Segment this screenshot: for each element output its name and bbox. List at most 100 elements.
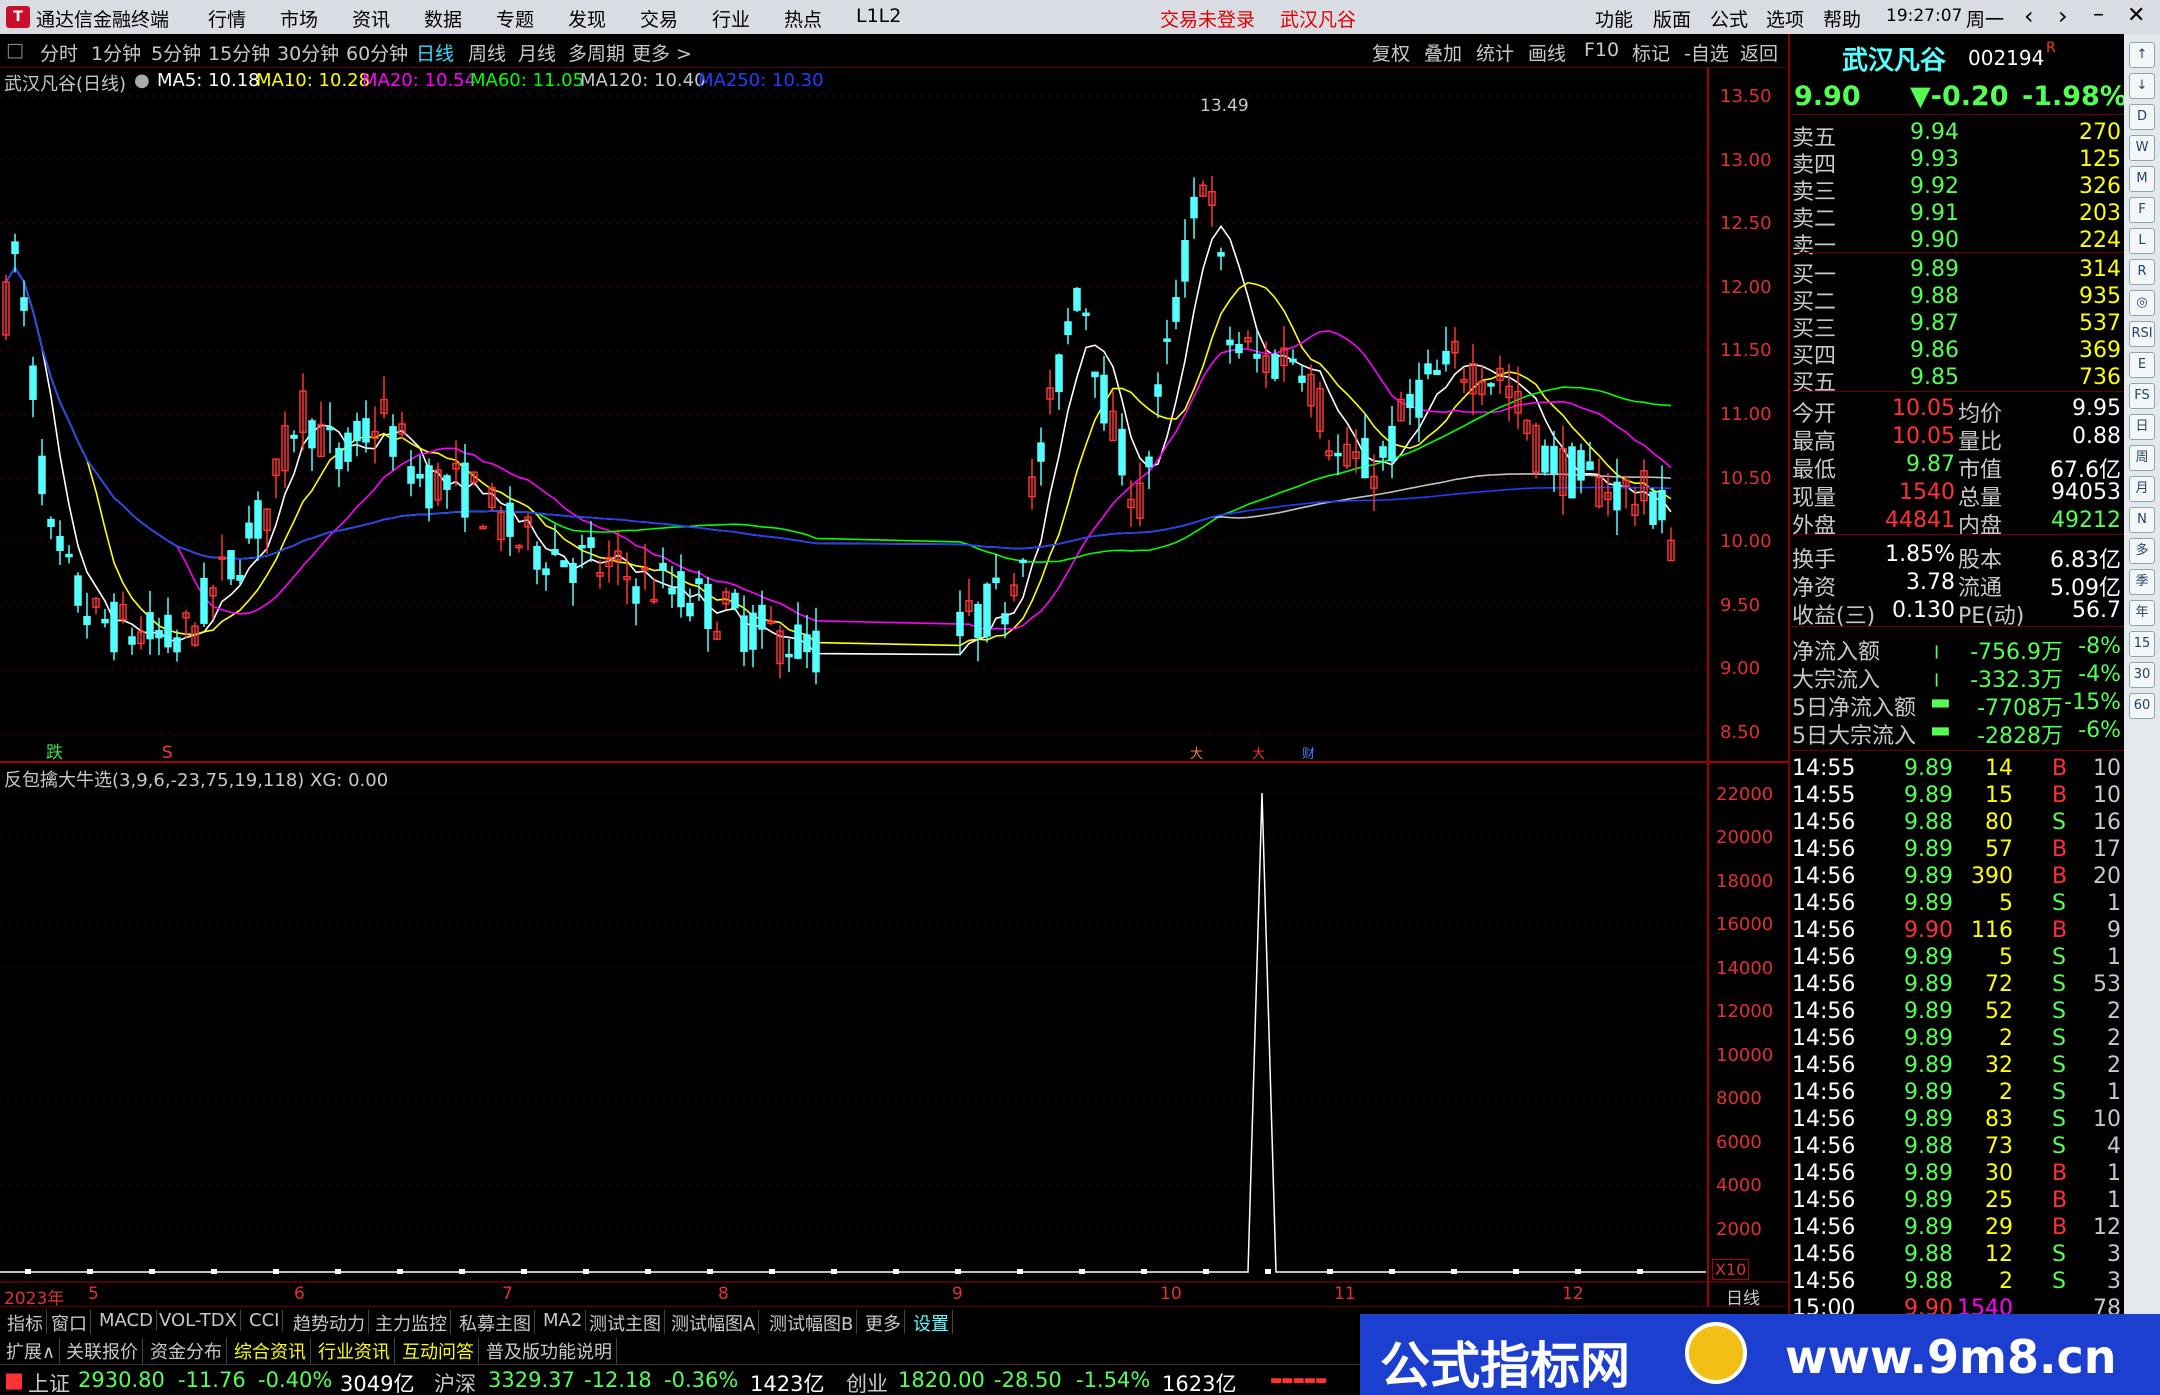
tab-capital[interactable]: 资金分布 [146,1338,227,1364]
tick-side: B [2052,1188,2068,1213]
tab-test-b[interactable]: 测试幅图B [766,1310,858,1336]
tab-industry[interactable]: 行业资讯 [314,1338,395,1364]
tab-indicator[interactable]: 指标 [4,1310,47,1336]
side-tool-button[interactable]: 年 [2129,600,2155,626]
bid-row: 买二 9.88 935 [1790,284,2125,315]
side-tool-button[interactable]: 月 [2129,476,2155,502]
side-tool-button[interactable]: RSI [2129,321,2155,347]
indicator-dot [335,1269,341,1274]
candle-body [326,426,334,431]
tab-expand[interactable]: 扩展∧ [2,1338,61,1364]
minimize-icon[interactable]: – [2093,2,2104,27]
candle-body [1658,490,1666,521]
candle-body [1424,363,1432,375]
candle-body [695,578,703,585]
tab-more[interactable]: 更多 [862,1310,905,1336]
side-tool-button[interactable]: 周 [2129,445,2155,471]
tick-side: S [2052,891,2066,916]
candle-body [632,586,640,604]
candle-body [344,432,352,462]
side-tool-button[interactable]: 日 [2129,414,2155,440]
tick-vol: 390 [1971,864,2013,889]
sh-chg: -11.76 [178,1368,246,1392]
indicator-dot [1327,1269,1333,1274]
marker-2: 大 [1252,747,1265,762]
side-tool-button[interactable]: W [2129,135,2155,161]
tab-ma2[interactable]: MA2 [540,1310,587,1331]
side-tool-button[interactable]: F [2129,197,2155,223]
candle-body [1091,371,1099,378]
side-tool-button[interactable]: D [2129,104,2155,130]
quote-name: 武汉凡谷 [1842,46,1947,76]
side-tool-button[interactable]: 多 [2129,538,2155,564]
tick-price: 9.89 [1904,945,1953,970]
menu-help[interactable]: 帮助 [1823,5,1861,32]
side-tool-button[interactable]: 30 [2129,662,2155,688]
tick-vol: 2 [1999,1080,2013,1105]
candle-body [1226,339,1234,346]
side-tool-button[interactable]: R [2129,259,2155,285]
candle-body [461,462,469,518]
tab-macd[interactable]: MACD [96,1310,157,1331]
tab-vol[interactable]: VOL-TDX [156,1310,241,1331]
tab-cci[interactable]: CCI [246,1310,284,1331]
side-tool-button[interactable]: 季 [2129,569,2155,595]
candle-body [758,604,766,630]
tab-help[interactable]: 普及版功能说明 [482,1338,617,1364]
panel-divider [1790,534,2125,535]
tab-test-a[interactable]: 测试幅图A [668,1310,760,1336]
sz-amt: 1423亿 [750,1372,825,1395]
tab-trend[interactable]: 趋势动力 [290,1310,369,1336]
side-toolbar: ↑ ↓ D W M F L R ◎ RSI E FS 日周月 N 多季年 15 30 60 [2124,34,2160,1314]
tick-row: 14:56 9.88 80 S 16 [1790,810,2125,837]
tab-qa[interactable]: 互动问答 [398,1338,479,1364]
indicator-dot [1637,1269,1643,1274]
tab-settings[interactable]: 设置 [910,1310,953,1336]
side-tool-button[interactable]: FS [2129,383,2155,409]
indicator-dot [955,1269,961,1274]
close-icon[interactable]: ✕ [2127,3,2145,28]
side-tool-button[interactable]: N [2129,507,2155,533]
tab-main-monitor[interactable]: 主力监控 [372,1310,451,1336]
bid-row: 买四 9.86 369 [1790,338,2125,369]
side-tool-button[interactable]: L [2129,228,2155,254]
candle-body [1406,393,1414,409]
candle-body [38,455,46,495]
side-tool-button[interactable]: 15 [2129,631,2155,657]
forward-icon[interactable]: › [2058,2,2068,30]
tab-related-quote[interactable]: 关联报价 [62,1338,143,1364]
kline-chart[interactable]: 13.49 跌 S 大 大 财 [0,0,1788,1306]
candle-body [1334,452,1342,457]
cy-pct: -1.54% [1076,1368,1151,1392]
side-tool-button[interactable]: ◎ [2129,290,2155,316]
side-tool-button[interactable]: M [2129,166,2155,192]
tick-vol: 2 [1999,1269,2013,1294]
back-icon[interactable]: ‹ [2024,2,2034,30]
tick-time: 14:56 [1792,999,1856,1024]
tick-vol: 25 [1985,1188,2013,1213]
side-tool-button[interactable]: E [2129,352,2155,378]
tick-vol: 80 [1985,810,2013,835]
sz-name[interactable]: 沪深 [434,1368,476,1395]
indicator-title[interactable]: 反包擒大牛选(3,9,6,-23,75,19,118) XG: 0.00 [4,766,388,792]
indicator-dot [211,1269,217,1274]
side-tool-button[interactable]: ↓ [2129,73,2155,99]
indicator-dot [583,1269,589,1274]
candle-body [1577,450,1585,481]
tab-news[interactable]: 综合资讯 [230,1338,311,1364]
tab-window[interactable]: 窗口 [48,1310,91,1336]
marker-1: 大 [1190,747,1203,762]
tab-test-main[interactable]: 测试主图 [586,1310,665,1336]
quote-price-row: 9.90 ▼-0.20 -1.98% [1790,81,2127,115]
side-tool-button[interactable]: 60 [2129,693,2155,719]
side-tool-button[interactable]: ↑ [2129,42,2155,68]
panel-divider [1790,750,2125,751]
ask-price: 9.94 [1910,120,1959,145]
clock: 19:27:07 [1886,6,1963,26]
candle-body [1271,353,1279,379]
tab-private[interactable]: 私募主图 [456,1310,535,1336]
sh-name[interactable]: 上证 [28,1368,70,1395]
cy-name[interactable]: 创业 [846,1368,888,1395]
ask-row: 卖三 9.92 326 [1790,174,2125,205]
tick-row: 14:56 9.88 73 S 4 [1790,1134,2125,1161]
